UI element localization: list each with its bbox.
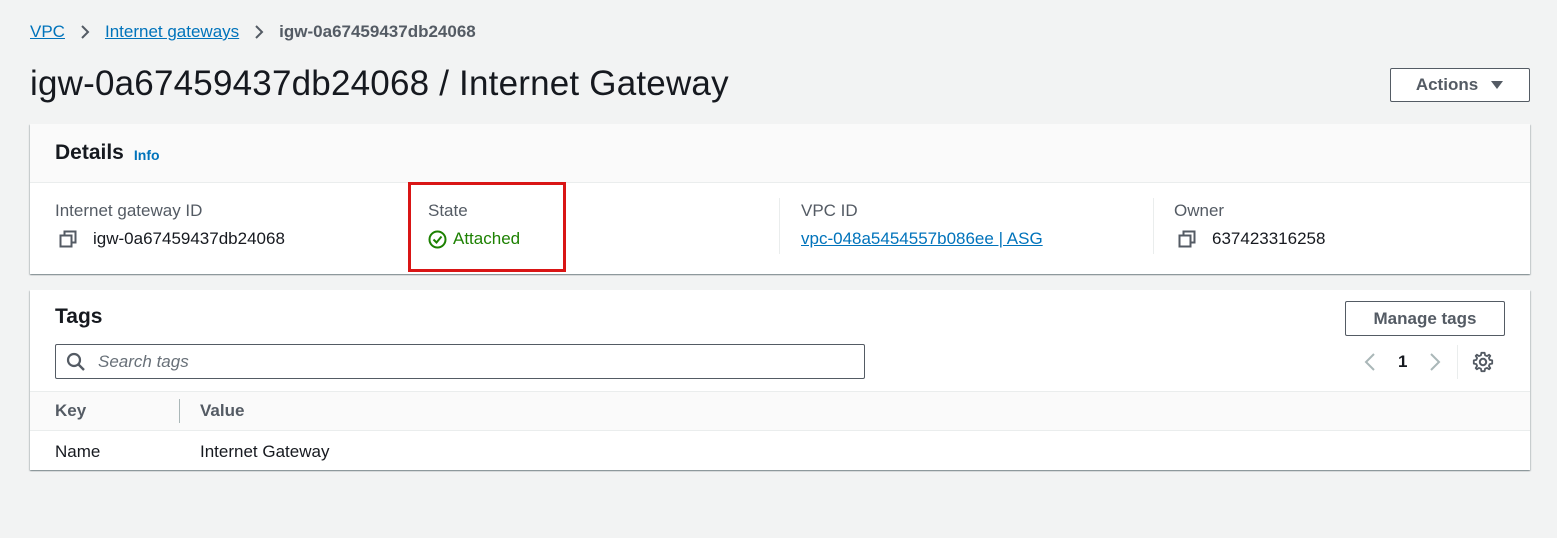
- search-icon: [66, 352, 86, 372]
- chevron-left-icon[interactable]: [1360, 352, 1380, 372]
- pagination-divider: [1457, 345, 1459, 379]
- igw-id-label: Internet gateway ID: [55, 201, 203, 220]
- page-number[interactable]: 1: [1398, 352, 1407, 372]
- vpc-id-field: VPC ID vpc-048a5454557b086ee | ASG: [801, 201, 1043, 250]
- tags-table-header: Key Value: [30, 391, 1530, 431]
- copy-icon[interactable]: [1178, 230, 1196, 248]
- actions-label: Actions: [1415, 75, 1479, 94]
- breadcrumb: VPC Internet gateways igw-0a67459437db24…: [30, 22, 476, 42]
- chevron-right-icon: [78, 24, 92, 40]
- state-highlight-box: [408, 182, 566, 272]
- breadcrumb-internet-gateways-link[interactable]: Internet gateways: [105, 22, 239, 42]
- tag-value-cell: Internet Gateway: [200, 442, 330, 461]
- details-body: Internet gateway ID igw-0a67459437db2406…: [30, 183, 1530, 273]
- owner-label: Owner: [1174, 201, 1225, 220]
- vpc-id-link[interactable]: vpc-048a5454557b086ee | ASG: [801, 229, 1043, 249]
- copy-icon[interactable]: [59, 230, 77, 248]
- tags-title: Tags: [55, 305, 103, 328]
- actions-button[interactable]: Actions: [1390, 68, 1530, 102]
- chevron-right-icon[interactable]: [1425, 352, 1445, 372]
- column-resizer[interactable]: [179, 399, 180, 423]
- search-tags-input[interactable]: [96, 350, 816, 373]
- igw-id-value: igw-0a67459437db24068: [93, 229, 285, 248]
- page-title: igw-0a67459437db24068 / Internet Gateway: [30, 64, 729, 103]
- pagination: 1: [1360, 345, 1494, 379]
- column-header-value[interactable]: Value: [200, 401, 244, 421]
- details-panel: Details Info Internet gateway ID igw-0a6…: [30, 124, 1530, 274]
- search-tags-box[interactable]: [55, 344, 865, 379]
- tags-panel: Tags Manage tags 1 Key Value: [30, 290, 1530, 470]
- vpc-id-label: VPC ID: [801, 201, 858, 220]
- breadcrumb-current: igw-0a67459437db24068: [279, 22, 476, 41]
- column-divider: [779, 198, 780, 254]
- column-divider: [1153, 198, 1154, 254]
- info-link[interactable]: Info: [134, 147, 160, 163]
- details-header: Details Info: [30, 124, 1530, 183]
- breadcrumb-vpc-link[interactable]: VPC: [30, 22, 65, 42]
- igw-id-value-row: igw-0a67459437db24068: [55, 228, 285, 250]
- caret-down-icon: [1490, 80, 1504, 90]
- details-title: Details: [55, 141, 124, 164]
- column-header-key[interactable]: Key: [55, 401, 86, 421]
- igw-id-field: Internet gateway ID igw-0a67459437db2406…: [55, 201, 285, 250]
- gear-icon[interactable]: [1472, 351, 1494, 373]
- chevron-right-icon: [252, 24, 266, 40]
- tag-key-cell: Name: [55, 442, 101, 461]
- table-row: Name Internet Gateway: [30, 431, 1530, 470]
- owner-field: Owner 637423316258: [1174, 201, 1325, 250]
- manage-tags-button[interactable]: Manage tags: [1345, 301, 1505, 336]
- vpc-id-value-row: vpc-048a5454557b086ee | ASG: [801, 228, 1043, 250]
- owner-value-row: 637423316258: [1174, 228, 1325, 250]
- owner-value: 637423316258: [1212, 229, 1326, 248]
